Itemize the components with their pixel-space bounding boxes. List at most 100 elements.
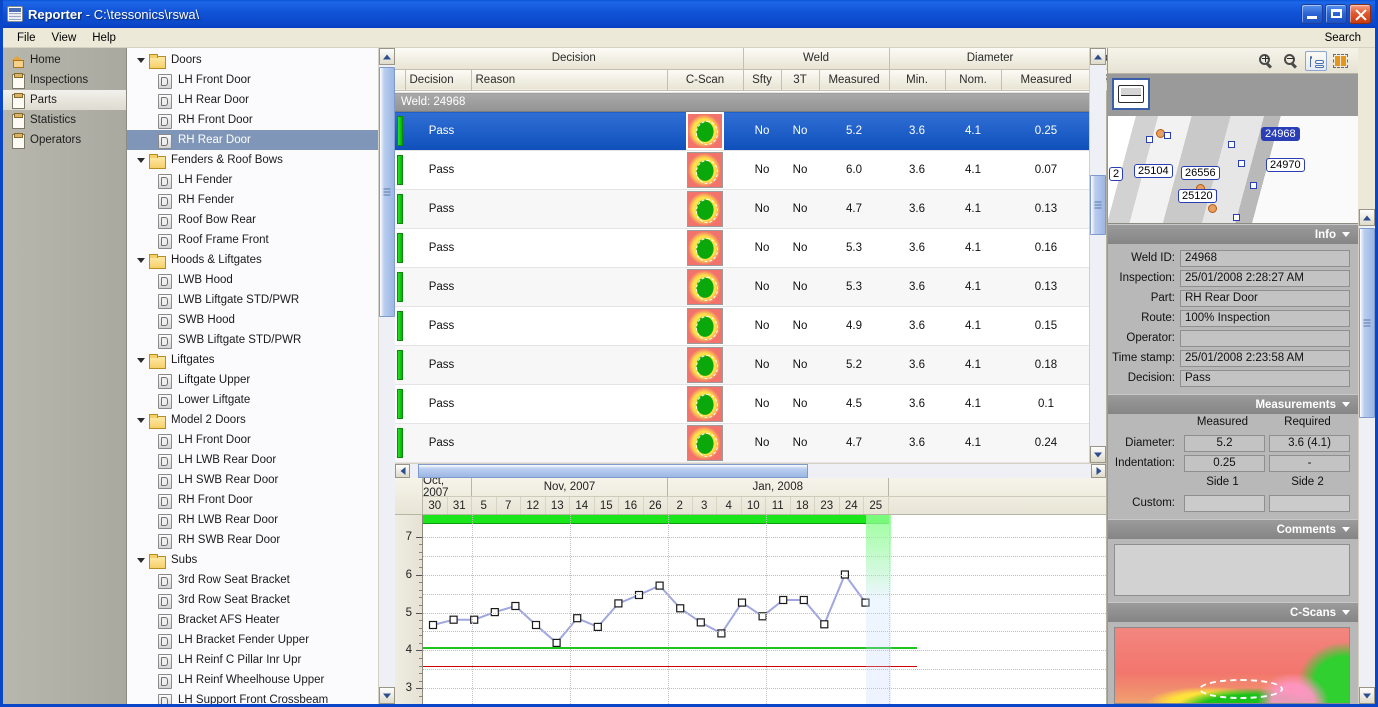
weld-callout[interactable]: 24970 <box>1266 158 1305 172</box>
grid-column-header[interactable]: 3T <box>781 69 820 91</box>
detail-scroll-track[interactable] <box>1359 226 1375 687</box>
grid-column-header[interactable]: Reason <box>471 69 668 91</box>
grid-group-header[interactable]: Weld <box>743 48 890 70</box>
chart-data-point[interactable] <box>511 601 520 611</box>
chevron-down-icon[interactable] <box>1342 232 1350 237</box>
tree-scroll-up-button[interactable] <box>379 48 395 65</box>
grid-scroll-thumb[interactable] <box>1090 175 1106 235</box>
cscan-heatmap[interactable] <box>1114 627 1350 704</box>
tree-group[interactable]: Subs <box>127 550 378 570</box>
info-field-value[interactable]: 24968 <box>1180 249 1350 267</box>
weld-point[interactable] <box>1208 204 1217 213</box>
tree-item[interactable]: 3rd Row Seat Bracket <box>127 590 378 610</box>
table-row[interactable]: PassNoNo5.33.64.10.13- <box>395 267 1089 307</box>
grid-scroll-left-button[interactable] <box>395 464 410 478</box>
grid-column-header[interactable] <box>395 69 406 91</box>
tree-group[interactable]: Doors <box>127 50 378 70</box>
grid-group-header[interactable]: Diameter <box>889 48 1092 70</box>
tree-item[interactable]: RH LWB Rear Door <box>127 510 378 530</box>
tree-item[interactable]: LH Fender <box>127 170 378 190</box>
grid-hscroll-track[interactable] <box>410 464 1091 478</box>
grid-group-row[interactable]: Weld: 24968 <box>395 92 1089 112</box>
tree-item[interactable]: LH Reinf C Pillar Inr Upr <box>127 650 378 670</box>
tree-item[interactable]: Roof Frame Front <box>127 230 378 250</box>
tree-group[interactable]: Hoods & Liftgates <box>127 250 378 270</box>
grid-scrollbar[interactable] <box>1089 48 1106 463</box>
maximize-button[interactable] <box>1325 4 1347 24</box>
sidebar-item-statistics[interactable]: Statistics <box>3 110 126 130</box>
part-thumbnail-icon[interactable] <box>1112 78 1150 110</box>
info-field-value[interactable] <box>1180 329 1350 347</box>
weld-point[interactable] <box>1146 136 1153 143</box>
detail-scroll-thumb[interactable] <box>1359 228 1375 418</box>
tree-scroll-thumb[interactable] <box>379 67 395 317</box>
tree-item[interactable]: LH Rear Door <box>127 90 378 110</box>
chart-data-point[interactable] <box>737 598 747 607</box>
chart-data-point[interactable] <box>428 620 438 630</box>
tree-item[interactable]: LH Reinf Wheelhouse Upper <box>127 670 378 690</box>
tree-scrollbar[interactable] <box>378 48 395 704</box>
chart-data-point[interactable] <box>779 595 788 605</box>
chart-data-point[interactable] <box>799 595 808 605</box>
info-section-header[interactable]: Info <box>1108 224 1358 244</box>
fit-to-screen-icon[interactable] <box>1330 51 1352 71</box>
cscan-thumbnail[interactable] <box>687 269 723 305</box>
detail-scroll-up-button[interactable] <box>1359 209 1375 226</box>
detail-scroll-down-button[interactable] <box>1359 687 1375 704</box>
cscans-section-header[interactable]: C-Scans <box>1108 602 1358 622</box>
cscan-thumbnail[interactable] <box>686 112 724 150</box>
table-row[interactable]: PassNoNo5.23.64.10.18- <box>395 345 1089 385</box>
info-field-value[interactable]: 25/01/2008 2:23:58 AM <box>1180 349 1350 367</box>
tree-item[interactable]: SWB Liftgate STD/PWR <box>127 330 378 350</box>
chart-data-point[interactable] <box>552 638 561 648</box>
tree-item[interactable]: Lower Liftgate <box>127 390 378 410</box>
chart-data-point[interactable] <box>676 604 685 613</box>
measurements-section-header[interactable]: Measurements <box>1108 394 1358 414</box>
menu-search[interactable]: Search <box>1317 30 1369 46</box>
cell-cscan[interactable] <box>667 228 743 268</box>
chart-data-point[interactable] <box>614 599 623 608</box>
tree-item[interactable]: RH Front Door <box>127 110 378 130</box>
cscan-thumbnail[interactable] <box>687 425 723 461</box>
sidebar-item-inspections[interactable]: Inspections <box>3 70 126 90</box>
expand-collapse-icon[interactable] <box>133 558 149 563</box>
tree-item[interactable]: LWB Hood <box>127 270 378 290</box>
chart-data-point[interactable] <box>593 622 602 632</box>
tree-group[interactable]: Fenders & Roof Bows <box>127 150 378 170</box>
tree-item[interactable]: RH SWB Rear Door <box>127 530 378 550</box>
tree-item[interactable]: Bracket AFS Heater <box>127 610 378 630</box>
grid-hscrollbar[interactable] <box>395 463 1106 478</box>
chevron-down-icon[interactable] <box>1342 610 1350 615</box>
grid-column-header[interactable]: Sfty <box>743 69 782 91</box>
table-row[interactable]: PassNoNo5.23.64.10.25- <box>395 111 1089 151</box>
tree-item[interactable]: RH Fender <box>127 190 378 210</box>
cscan-thumbnail[interactable] <box>687 152 723 188</box>
chart-data-point[interactable] <box>531 620 541 630</box>
table-row[interactable]: PassNoNo5.33.64.10.16- <box>395 228 1089 268</box>
expand-collapse-icon[interactable] <box>133 158 149 163</box>
grid-scroll-right-button[interactable] <box>1091 464 1106 478</box>
tree-item[interactable]: Roof Bow Rear <box>127 210 378 230</box>
chevron-down-icon[interactable] <box>1342 402 1350 407</box>
tree-item[interactable]: LWB Liftgate STD/PWR <box>127 290 378 310</box>
table-row[interactable]: PassNoNo4.73.64.10.13- <box>395 189 1089 229</box>
weld-point[interactable] <box>1228 141 1235 148</box>
tree-item[interactable]: SWB Hood <box>127 310 378 330</box>
table-row[interactable]: PassNoNo4.73.64.10.24- <box>395 423 1089 463</box>
tree-item[interactable]: LH LWB Rear Door <box>127 450 378 470</box>
grid-scroll-up-button[interactable] <box>1090 48 1106 65</box>
table-row[interactable]: PassNoNo4.53.64.10.1- <box>395 384 1089 424</box>
info-field-value[interactable]: 25/01/2008 2:28:27 AM <box>1180 269 1350 287</box>
close-button[interactable] <box>1349 4 1371 24</box>
weld-callout[interactable]: 25104 <box>1134 164 1173 178</box>
grid-hscroll-thumb[interactable] <box>418 464 808 478</box>
chart-data-point[interactable] <box>655 581 664 590</box>
tree-group[interactable]: Liftgates <box>127 350 378 370</box>
grid-column-header[interactable]: C-Scan <box>667 69 744 91</box>
chevron-down-icon[interactable] <box>1342 527 1350 532</box>
comments-textarea[interactable] <box>1114 544 1350 596</box>
custom-side1-field[interactable] <box>1184 494 1265 512</box>
tree-item[interactable]: LH Front Door <box>127 70 378 90</box>
expand-collapse-icon[interactable] <box>133 418 149 423</box>
grid-column-header[interactable]: Nom. <box>945 69 1002 91</box>
